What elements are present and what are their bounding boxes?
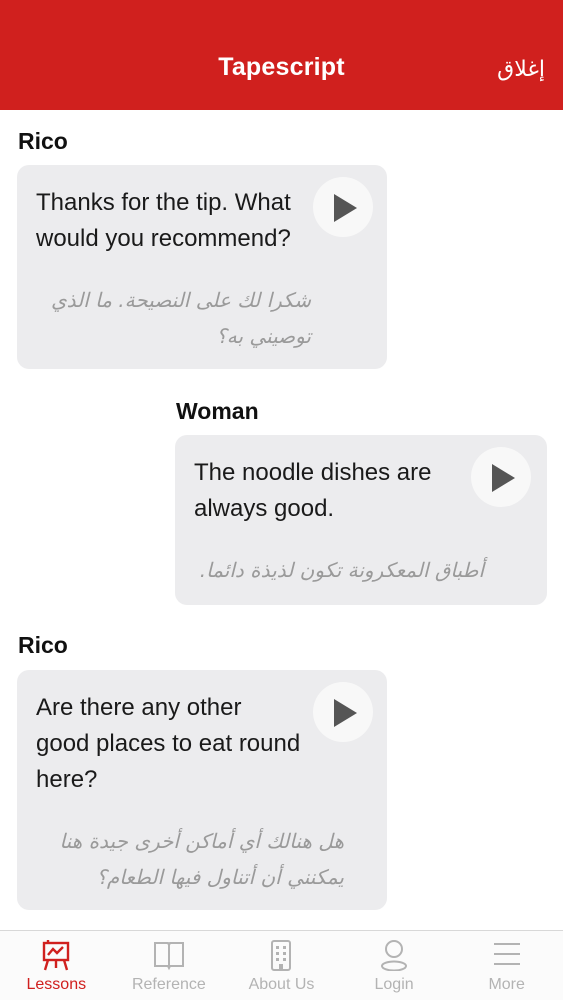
- play-audio-button[interactable]: [313, 177, 373, 237]
- tab-lessons[interactable]: Lessons: [0, 931, 113, 1000]
- dialogue-bubble: Thanks for the tip. What would you recom…: [17, 165, 387, 369]
- menu-icon: [493, 943, 520, 965]
- tab-label: More: [488, 976, 525, 993]
- english-line: always good.: [194, 495, 335, 522]
- arabic-line: توصيني به؟: [216, 324, 311, 348]
- arabic-line: شكرا لك على النصيحة. ما الذي: [50, 288, 311, 312]
- play-audio-button[interactable]: [471, 447, 531, 507]
- tab-label: Lessons: [26, 976, 87, 993]
- dialogue-bubble: The noodle dishes are always good. أطباق…: [175, 435, 547, 605]
- play-icon: [492, 464, 515, 492]
- header-bar: Tapescript إغلاق: [0, 0, 563, 110]
- bottom-tab-bar: Lessons Reference About Us Login More: [0, 930, 563, 1000]
- english-line: Are there any other: [36, 694, 242, 721]
- arabic-line: أطباق المعكرونة تكون لذيذة دائما.: [199, 558, 484, 582]
- tab-label: Login: [374, 976, 414, 993]
- page-title: Tapescript: [218, 53, 345, 81]
- tab-label: About Us: [248, 976, 315, 993]
- english-line: would you recommend?: [36, 225, 291, 252]
- english-line: good places to eat round: [36, 730, 301, 757]
- speaker-name: Rico: [18, 632, 68, 658]
- play-icon: [334, 699, 357, 727]
- tab-about-us[interactable]: About Us: [225, 931, 338, 1000]
- speaker-name: Rico: [18, 128, 68, 154]
- tab-more[interactable]: More: [450, 931, 563, 1000]
- lessons-board-icon: [43, 940, 70, 971]
- user-icon: [381, 940, 408, 971]
- english-line: The noodle dishes are: [194, 459, 432, 486]
- tab-reference[interactable]: Reference: [113, 931, 226, 1000]
- arabic-line: هل هنالك أي أماكن أخرى جيدة هنا: [59, 829, 344, 853]
- play-audio-button[interactable]: [313, 682, 373, 742]
- speaker-name: Woman: [176, 398, 259, 424]
- english-line: Thanks for the tip. What: [36, 189, 291, 216]
- tab-login[interactable]: Login: [338, 931, 451, 1000]
- book-icon: [153, 942, 184, 971]
- tab-label: Reference: [131, 976, 206, 993]
- close-button[interactable]: إغلاق: [497, 56, 545, 82]
- arabic-line: يمكنني أن أتناول فيها الطعام؟: [96, 865, 344, 889]
- dialogue-bubble: Are there any other good places to eat r…: [17, 670, 387, 910]
- building-icon: [271, 940, 292, 971]
- english-line: here?: [36, 766, 98, 793]
- tapescript-content: Rico Thanks for the tip. What would you …: [0, 110, 563, 930]
- play-icon: [334, 194, 357, 222]
